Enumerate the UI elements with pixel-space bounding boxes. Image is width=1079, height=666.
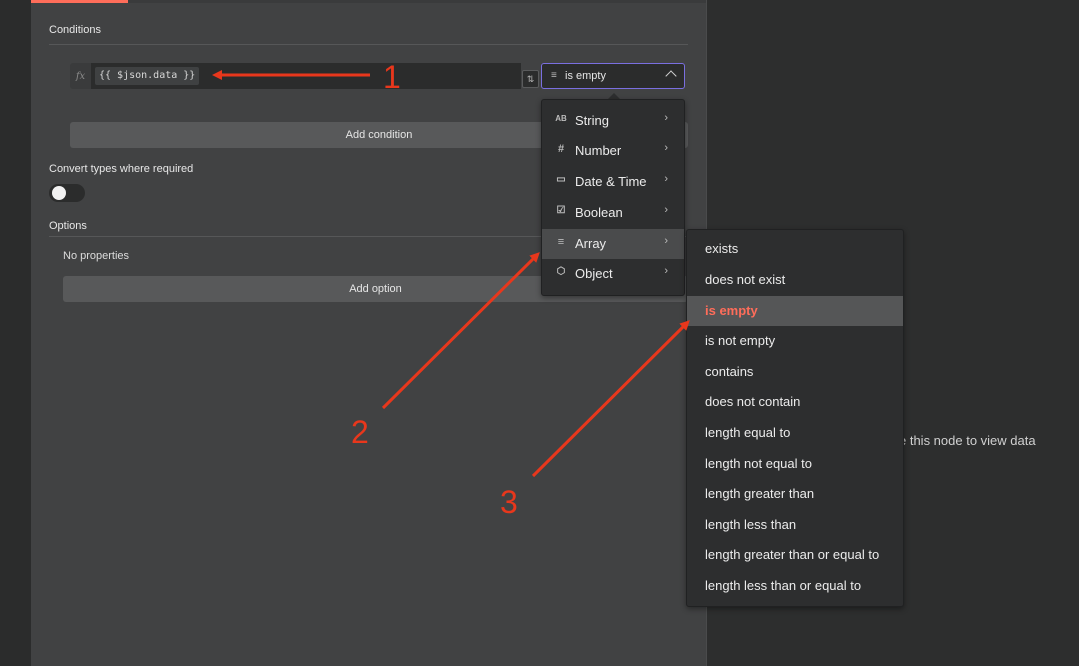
drag-handle-icon[interactable]: ⇅	[522, 70, 539, 88]
conditions-title: Conditions	[49, 24, 101, 36]
type-menu: AB String › # Number › ▭ Date & Time › ☑…	[541, 99, 685, 296]
type-menu-item-date-time[interactable]: ▭ Date & Time ›	[542, 167, 684, 197]
convert-types-label: Convert types where required	[49, 163, 194, 175]
no-properties-text: No properties	[63, 250, 130, 262]
fx-icon: fx	[70, 63, 91, 89]
operator-option-length-greater-equal[interactable]: length greater than or equal to	[687, 540, 903, 570]
options-title: Options	[49, 220, 87, 232]
type-menu-item-array[interactable]: ≡ Array ›	[542, 229, 684, 259]
panel-top-border	[31, 0, 706, 3]
operator-option-is-empty[interactable]: is empty	[687, 296, 903, 326]
left-strip	[0, 0, 31, 666]
annotation-label-2: 2	[351, 414, 369, 450]
operator-option-label: is not empty	[705, 333, 776, 348]
operator-option-length-less[interactable]: length less than	[687, 510, 903, 540]
array-operator-menu: exists does not exist is empty is not em…	[686, 229, 904, 607]
annotation-label-1: 1	[383, 59, 401, 95]
output-hint-text: e this node to view data	[899, 433, 1036, 448]
operator-option-length-greater[interactable]: length greater than	[687, 479, 903, 509]
calendar-icon: ▭	[556, 174, 566, 185]
chevron-right-icon: ›	[664, 265, 668, 277]
operator-option-exists[interactable]: exists	[687, 234, 903, 264]
operator-option-label: is empty	[705, 303, 758, 318]
operator-option-does-not-contain[interactable]: does not contain	[687, 387, 903, 417]
type-menu-item-object[interactable]: ⬡ Object ›	[542, 259, 684, 289]
operator-option-contains[interactable]: contains	[687, 357, 903, 387]
chevron-up-icon	[665, 70, 677, 82]
type-menu-item-number[interactable]: # Number ›	[542, 136, 684, 166]
type-menu-item-label: Date & Time	[575, 174, 647, 189]
operator-option-label: contains	[705, 364, 754, 379]
type-menu-item-label: Boolean	[575, 205, 623, 220]
conditions-divider	[49, 44, 688, 45]
operator-option-length-less-equal[interactable]: length less than or equal to	[687, 571, 903, 601]
operator-selected-value: is empty	[565, 70, 606, 82]
operator-option-label: length greater than or equal to	[705, 547, 880, 562]
type-menu-item-string[interactable]: AB String ›	[542, 106, 684, 136]
cube-icon: ⬡	[556, 266, 566, 277]
chevron-right-icon: ›	[664, 235, 668, 247]
annotation-label-3: 3	[500, 484, 518, 520]
chevron-right-icon: ›	[664, 173, 668, 185]
chevron-right-icon: ›	[664, 142, 668, 154]
checkbox-icon: ☑	[556, 205, 566, 216]
operator-option-label: length equal to	[705, 425, 791, 440]
type-menu-item-label: Array	[575, 236, 607, 251]
type-menu-item-label: String	[575, 113, 609, 128]
operator-option-is-not-empty[interactable]: is not empty	[687, 326, 903, 356]
hash-icon: #	[557, 143, 565, 155]
expression-chip[interactable]: {{ $json.data }}	[95, 67, 200, 85]
chevron-right-icon: ›	[664, 204, 668, 216]
operator-option-label: length not equal to	[705, 456, 812, 471]
operator-option-length-not-equal[interactable]: length not equal to	[687, 449, 903, 479]
operator-option-label: exists	[705, 241, 739, 256]
list-lines-icon: ≡	[551, 70, 557, 81]
operator-option-label: length greater than	[705, 486, 815, 501]
list-icon: ≡	[557, 236, 565, 248]
type-menu-item-label: Number	[575, 143, 622, 158]
text-type-icon: AB	[555, 114, 567, 123]
chevron-right-icon: ›	[664, 112, 668, 124]
operator-option-label: does not exist	[705, 272, 786, 287]
type-menu-item-label: Object	[575, 266, 613, 281]
type-menu-item-boolean[interactable]: ☑ Boolean ›	[542, 198, 684, 228]
toggle-knob	[52, 186, 66, 200]
operator-select[interactable]: ≡ is empty	[541, 63, 685, 89]
active-tab-indicator	[31, 0, 128, 3]
operator-option-label: does not contain	[705, 394, 801, 409]
operator-option-length-equal[interactable]: length equal to	[687, 418, 903, 448]
operator-option-label: length less than	[705, 517, 797, 532]
operator-option-label: length less than or equal to	[705, 578, 862, 593]
operator-option-does-not-exist[interactable]: does not exist	[687, 265, 903, 295]
